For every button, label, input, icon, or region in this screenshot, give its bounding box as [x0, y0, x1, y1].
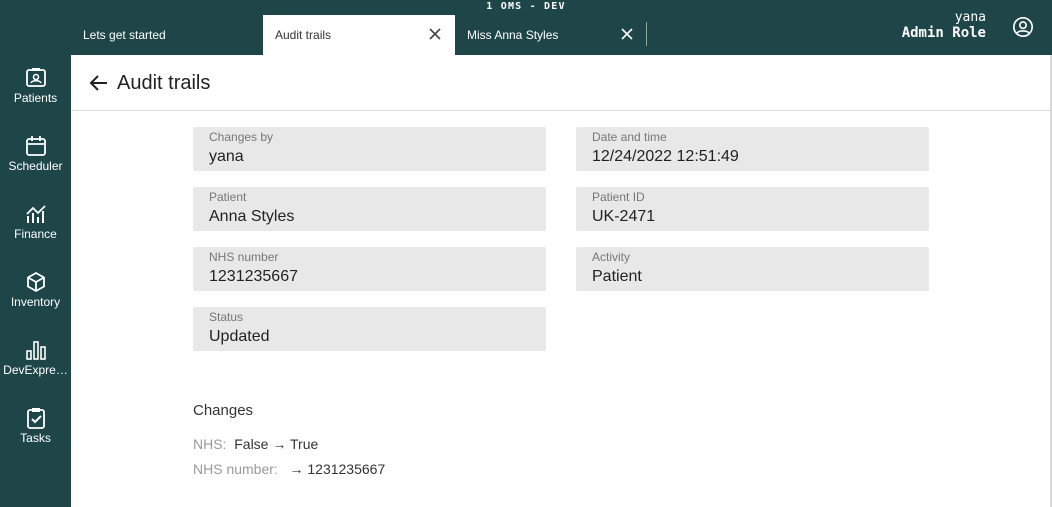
field-label: NHS number: [209, 250, 279, 264]
account-circle-icon[interactable]: [1012, 16, 1034, 38]
bar-chart-icon: [25, 341, 46, 360]
user-info[interactable]: yana Admin Role: [902, 10, 986, 42]
sidebar-item-label: Tasks: [20, 431, 51, 445]
page-header: Audit trails: [71, 55, 1050, 111]
field-date-time: Date and time 12/24/2022 12:51:49: [576, 127, 929, 171]
top-bar: 1 OMS - DEV Lets get started Audit trail…: [0, 0, 1052, 55]
tab-miss-anna-styles[interactable]: Miss Anna Styles: [455, 15, 647, 55]
field-status: Status Updated: [193, 307, 546, 351]
sidebar-item-tasks[interactable]: Tasks: [0, 407, 71, 467]
field-value: yana: [209, 148, 244, 165]
clipboard-check-icon: [26, 408, 45, 429]
sidebar-item-label: DevExpre…: [3, 363, 68, 377]
field-changes-by: Changes by yana: [193, 127, 546, 171]
calendar-icon: [25, 136, 46, 156]
finance-chart-icon: [25, 205, 46, 223]
tab-separator: [646, 22, 647, 46]
arrow-right-icon: →: [289, 461, 304, 477]
tab-label: Audit trails: [275, 28, 332, 42]
page-title: Audit trails: [117, 72, 211, 94]
sidebar-item-devexpress[interactable]: DevExpre…: [0, 339, 71, 399]
field-value: 12/24/2022 12:51:49: [592, 148, 739, 165]
field-label: Status: [209, 310, 244, 324]
change-new-value: True: [290, 436, 319, 452]
field-label: Activity: [592, 250, 631, 264]
field-label: Patient ID: [592, 190, 645, 204]
patients-icon: [25, 68, 46, 87]
sidebar: Patients Scheduler Finance Inventory Dev…: [0, 55, 71, 507]
field-activity: Activity Patient: [576, 247, 929, 291]
tab-lets-get-started[interactable]: Lets get started: [71, 15, 263, 55]
changes-heading: Changes: [193, 402, 254, 419]
back-arrow-icon[interactable]: [89, 74, 109, 92]
tab-label: Lets get started: [83, 28, 166, 42]
change-old-value: False: [234, 436, 269, 452]
field-label: Patient: [209, 190, 247, 204]
field-value: Updated: [209, 328, 270, 345]
sidebar-item-inventory[interactable]: Inventory: [0, 271, 71, 331]
change-new-value: 1231235667: [307, 461, 386, 477]
field-label: Changes by: [209, 130, 274, 144]
field-value: UK-2471: [592, 208, 656, 225]
tab-label: Miss Anna Styles: [467, 28, 559, 42]
box-icon: [26, 271, 45, 293]
close-icon[interactable]: [427, 26, 443, 42]
sidebar-item-finance[interactable]: Finance: [0, 203, 71, 263]
field-value: Anna Styles: [209, 208, 295, 225]
user-name: yana: [954, 10, 986, 25]
change-row: NHS number: → 1231235667: [193, 461, 385, 477]
arrow-right-icon: →: [272, 436, 287, 452]
sidebar-item-patients[interactable]: Patients: [0, 67, 71, 127]
field-value: Patient: [592, 268, 642, 285]
change-key: NHS number:: [193, 461, 278, 477]
change-key: NHS:: [193, 436, 227, 452]
close-icon[interactable]: [619, 26, 635, 42]
sidebar-item-label: Inventory: [10, 295, 61, 309]
change-row: NHS: False → True: [193, 436, 318, 452]
field-patient: Patient Anna Styles: [193, 187, 546, 231]
field-patient-id: Patient ID UK-2471: [576, 187, 929, 231]
field-label: Date and time: [592, 130, 667, 144]
field-nhs-number: NHS number 1231235667: [193, 247, 546, 291]
user-role: Admin Role: [901, 25, 986, 41]
sidebar-item-label: Finance: [14, 227, 57, 241]
sidebar-item-label: Scheduler: [8, 159, 63, 173]
field-value: 1231235667: [209, 268, 298, 285]
tab-audit-trails[interactable]: Audit trails: [263, 15, 455, 55]
environment-label: 1 OMS - DEV: [486, 1, 566, 12]
sidebar-item-label: Patients: [13, 91, 58, 105]
sidebar-item-scheduler[interactable]: Scheduler: [0, 135, 71, 195]
